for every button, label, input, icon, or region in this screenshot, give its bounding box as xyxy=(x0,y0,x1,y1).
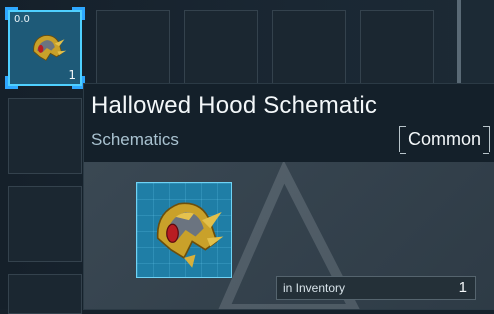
inventory-slot[interactable] xyxy=(184,10,258,86)
inventory-slot[interactable] xyxy=(8,274,82,314)
rarity-label: Common xyxy=(407,128,481,149)
inventory-slot-selected[interactable]: 0.0 1 xyxy=(5,7,85,89)
inventory-slot[interactable] xyxy=(96,10,170,86)
inventory-slot[interactable] xyxy=(360,10,434,86)
inventory-slot[interactable] xyxy=(8,186,82,262)
selection-corner xyxy=(72,7,85,20)
inventory-count-box: in Inventory 1 xyxy=(276,276,476,300)
selection-corner xyxy=(5,76,18,89)
item-category: Schematics xyxy=(91,130,179,149)
slot-quantity: 1 xyxy=(68,68,76,82)
item-preview-frame xyxy=(136,182,232,278)
tooltip-body: in Inventory 1 xyxy=(84,162,494,309)
inventory-slot[interactable] xyxy=(272,10,346,86)
inventory-slot[interactable] xyxy=(8,98,82,174)
inventory-count: 1 xyxy=(458,279,467,296)
item-tooltip: Hallowed Hood Schematic Schematics Commo… xyxy=(84,84,494,309)
hallowed-hood-icon xyxy=(156,202,224,268)
rarity-badge: Common xyxy=(398,126,490,154)
hallowed-hood-icon xyxy=(33,34,67,61)
tooltip-header: Hallowed Hood Schematic Schematics Commo… xyxy=(84,84,494,162)
inventory-label: in Inventory xyxy=(283,281,346,295)
slot-value-label: 0.0 xyxy=(14,14,30,25)
item-title: Hallowed Hood Schematic xyxy=(91,92,378,119)
